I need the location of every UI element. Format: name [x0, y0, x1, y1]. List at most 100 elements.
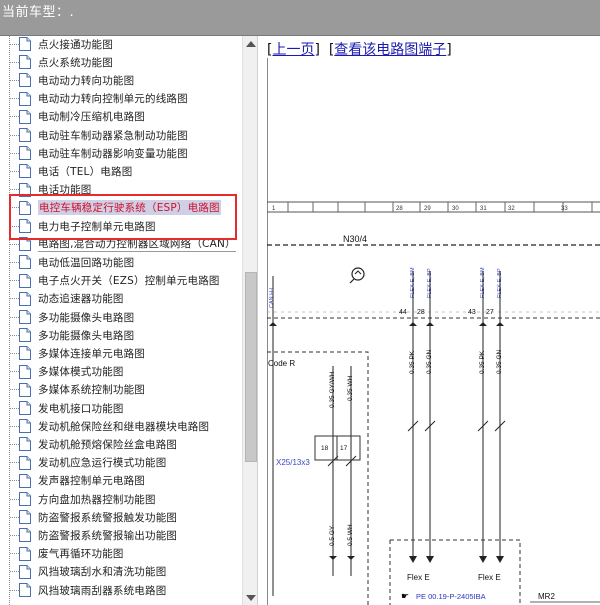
- document-icon: [19, 364, 31, 379]
- tree-item[interactable]: 动态追速器功能图: [10, 290, 245, 308]
- tree-item-label: 发动机应急运行模式功能图: [38, 457, 167, 470]
- tree-item[interactable]: 风挡玻璃刮水和清洗功能图: [10, 563, 245, 581]
- scroll-thumb[interactable]: [245, 272, 257, 462]
- tree-branch: [10, 316, 19, 318]
- tree-branch: [10, 261, 19, 263]
- tree-item[interactable]: 多功能摄像头电路图: [10, 308, 245, 326]
- ruler-num: 32: [508, 206, 515, 212]
- tree-item[interactable]: 风挡玻璃雨刮器系统电路图: [10, 581, 245, 599]
- tree-item[interactable]: 电动制冷压缩机电路图: [10, 108, 245, 126]
- document-icon: [19, 91, 31, 106]
- sidebar-scrollbar[interactable]: [242, 36, 257, 605]
- tree-branch: [10, 189, 19, 191]
- ruler-num: 28: [396, 206, 403, 212]
- tree-item-label: 电动低温回路功能图: [38, 256, 135, 269]
- tree-item-label: 发声器控制单元电路图: [38, 475, 145, 488]
- wire-label: 0.35 GN: [496, 349, 503, 374]
- tree-branch: [10, 534, 19, 536]
- wire-label: 0.5 GY: [329, 525, 336, 546]
- tree-item[interactable]: 电子点火开关（EZS）控制单元电路图: [10, 272, 245, 290]
- tree-item[interactable]: 多功能摄像头电路图: [10, 326, 245, 344]
- document-icon: [19, 37, 31, 51]
- document-icon: [19, 128, 31, 142]
- flex-label: Flex E: [478, 573, 501, 582]
- tree-branch: [10, 443, 19, 445]
- tree-item[interactable]: 电动低温回路功能图: [10, 253, 245, 271]
- tree-item[interactable]: 发动机舱预熔保险丝盒电路图: [10, 435, 245, 453]
- tree-branch: [10, 61, 19, 63]
- pin-number: 28: [417, 309, 425, 316]
- tree-branch: [10, 170, 19, 172]
- tree-item-label: 多功能摄像头电路图: [38, 311, 135, 324]
- document-icon: [19, 109, 31, 124]
- tree-item[interactable]: 点火系统功能图: [10, 53, 245, 71]
- tree-item-label: 发电机接口功能图: [38, 402, 124, 415]
- connector-label: X25/13x3: [276, 458, 310, 467]
- tree-item[interactable]: 发声器控制单元电路图: [10, 472, 245, 490]
- component-label: N30/4: [343, 234, 367, 244]
- current-vehicle-label: 当前车型：.: [2, 5, 75, 20]
- tree-item-label: 多媒体模式功能图: [38, 366, 124, 379]
- document-icon: [19, 437, 31, 452]
- tree-branch: [10, 243, 19, 245]
- document-icon: [19, 310, 31, 324]
- tree-item[interactable]: 电动动力转向功能图: [10, 71, 245, 89]
- tree-item[interactable]: 多媒体系统控制功能图: [10, 381, 245, 399]
- document-icon: [19, 55, 31, 70]
- pin-number: 44: [399, 309, 407, 316]
- tree-branch: [10, 98, 19, 100]
- connector-pin: 17: [340, 445, 348, 452]
- tree-item[interactable]: 废气再循环功能图: [10, 545, 245, 563]
- tree-item[interactable]: 发动机舱保险丝和继电器模块电路图: [10, 417, 245, 435]
- tree-branch: [10, 334, 19, 336]
- tree-item[interactable]: 多媒体模式功能图: [10, 363, 245, 381]
- tree-branch: [10, 553, 19, 555]
- wire-label: 0.5 WH: [347, 524, 354, 546]
- diagram-pane: [上一页] [查看该电路图端子] 1 28 29 30 31 32 33 N30…: [258, 36, 600, 605]
- tree-item[interactable]: 电话（TEL）电路图: [10, 162, 245, 180]
- wire-label: 0.35 PK: [479, 350, 486, 374]
- wiring-diagram: 1 28 29 30 31 32 33 N30/4 CAN H-L FLEX-E…: [267, 201, 600, 605]
- svg-text:☛: ☛: [401, 591, 409, 601]
- reference-link: PE 00.19-P-2405IBA: [416, 592, 486, 601]
- scroll-up-arrow-icon[interactable]: [246, 41, 256, 47]
- document-icon: [19, 328, 31, 343]
- tree-item[interactable]: 发动机应急运行模式功能图: [10, 454, 245, 472]
- tree-item-label: 多媒体系统控制功能图: [38, 384, 145, 397]
- tree-item-label: 方向盘加热器控制功能图: [38, 493, 156, 506]
- tree-item-label: 电子点火开关（EZS）控制单元电路图: [38, 275, 220, 288]
- ruler-num: 30: [452, 206, 459, 212]
- tree-item[interactable]: 发电机接口功能图: [10, 399, 245, 417]
- document-icon: [19, 291, 31, 306]
- wire-label: 0.35 GY/WH: [329, 371, 336, 408]
- tree-item[interactable]: 电动驻车制动器紧急制动功能图: [10, 126, 245, 144]
- svg-text:1: 1: [272, 206, 276, 212]
- tree-item[interactable]: 电动动力转向控制单元的线路图: [10, 90, 245, 108]
- tree-branch: [10, 280, 19, 282]
- tree-branch: [10, 589, 19, 591]
- ruler-num: 31: [480, 206, 487, 212]
- tree-item-label: 多功能摄像头电路图: [38, 329, 135, 342]
- tree-branch: [10, 425, 19, 427]
- tree-branch: [10, 152, 19, 154]
- wire-label: 0.35 WH: [347, 375, 354, 401]
- flex-label: Flex E: [407, 573, 430, 582]
- tree-item[interactable]: 电动驻车制动器影响变量功能图: [10, 144, 245, 162]
- tree-item-label: 点火系统功能图: [38, 56, 113, 69]
- document-icon: [19, 583, 31, 597]
- tree-item[interactable]: 方向盘加热器控制功能图: [10, 490, 245, 508]
- tree-item-label: 多媒体连接单元电路图: [38, 347, 145, 360]
- tree-item[interactable]: 防盗警报系统警报输出功能图: [10, 526, 245, 544]
- document-icon: [19, 492, 31, 506]
- tree-item[interactable]: 多媒体连接单元电路图: [10, 344, 245, 362]
- scroll-down-arrow-icon[interactable]: [246, 595, 256, 601]
- document-icon: [19, 419, 31, 434]
- document-icon: [19, 73, 31, 88]
- document-icon: [19, 528, 31, 543]
- tree-item[interactable]: 防盗警报系统警报触发功能图: [10, 508, 245, 526]
- tree-item-label: 风挡玻璃刮水和清洗功能图: [38, 566, 167, 579]
- tree-branch: [10, 462, 19, 464]
- tree-item-label: 点火接通功能图: [38, 38, 113, 51]
- tree-item[interactable]: 点火接通功能图: [10, 36, 245, 53]
- document-icon: [19, 546, 31, 561]
